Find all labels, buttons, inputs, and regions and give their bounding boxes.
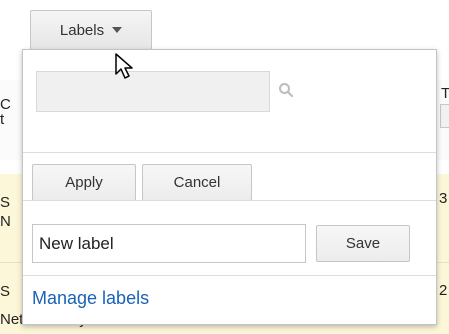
chevron-down-icon (112, 27, 123, 33)
divider (23, 200, 436, 201)
header-cell-fragment: t (0, 111, 5, 128)
apply-button[interactable]: Apply (32, 164, 136, 201)
mouse-pointer-icon (115, 53, 133, 79)
row-cell-fragment: S (0, 283, 11, 300)
row-cell-fragment: N (0, 213, 11, 230)
labels-dropdown-menu: Apply Cancel Save Manage labels (22, 49, 437, 325)
label-search-input[interactable] (36, 71, 270, 112)
row-cell-fragment: 2 (439, 282, 448, 299)
search-icon (279, 83, 294, 98)
header-cell-fragment: T (441, 85, 449, 102)
manage-labels-link[interactable]: Manage labels (32, 288, 149, 309)
row-cell-fragment: 3 (439, 190, 448, 207)
divider (23, 152, 436, 153)
save-button[interactable]: Save (316, 225, 410, 262)
divider (23, 275, 436, 276)
labels-button-label: Labels (59, 21, 105, 39)
row-cell-fragment: S (0, 194, 11, 211)
cancel-button[interactable]: Cancel (142, 164, 252, 201)
header-filter-box (440, 104, 449, 128)
new-label-input[interactable] (32, 224, 306, 263)
labels-button[interactable]: Labels (30, 10, 152, 50)
